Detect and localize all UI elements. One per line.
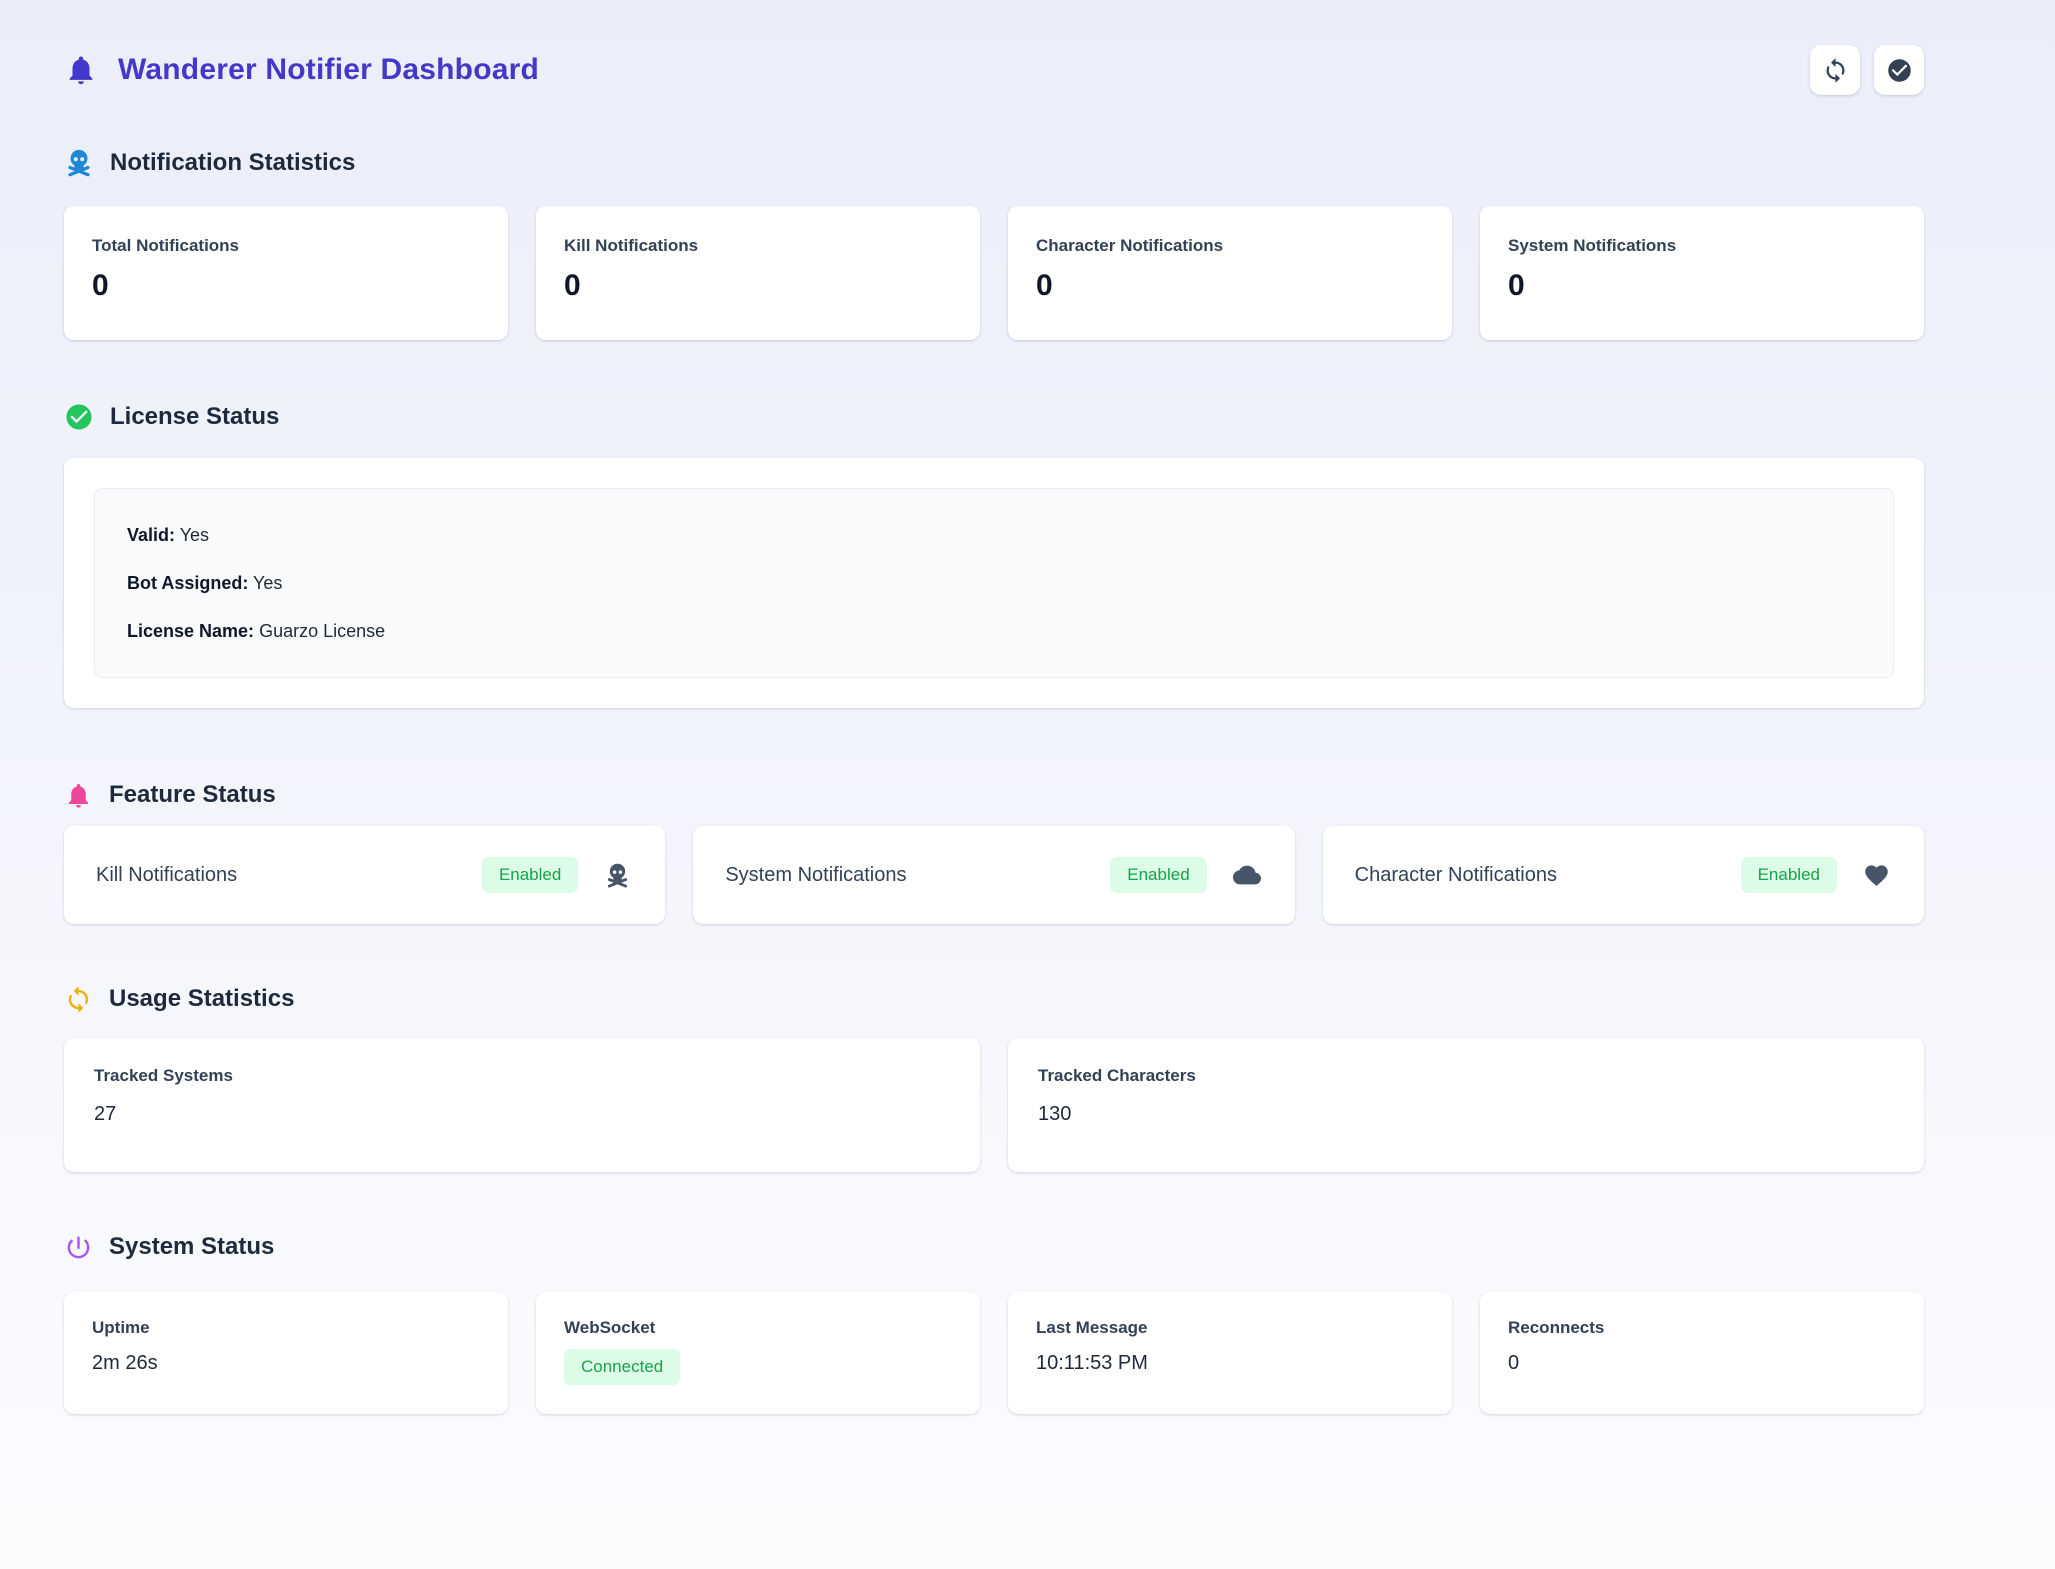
- skull-crossbones-icon: [64, 148, 94, 178]
- card-value: 130: [1038, 1103, 1894, 1126]
- card-value: 0: [1508, 1352, 1896, 1375]
- feature-kill-notifications-card: Kill Notifications Enabled: [64, 826, 665, 924]
- character-notifications-card: Character Notifications 0: [1008, 206, 1452, 340]
- card-value: 0: [1036, 269, 1424, 303]
- license-name-row: License Name: Guarzo License: [127, 607, 1861, 655]
- section-title: Feature Status: [109, 781, 276, 809]
- system-status-cards: Uptime 2m 26s WebSocket Connected Last M…: [64, 1292, 1924, 1414]
- section-license-status-header: License Status: [64, 400, 1924, 434]
- license-valid-row: Valid: Yes: [127, 511, 1861, 559]
- heart-icon: [1863, 862, 1890, 889]
- system-notifications-card: System Notifications 0: [1480, 206, 1924, 340]
- feature-character-notifications-card: Character Notifications Enabled: [1323, 826, 1924, 924]
- page-header: Wanderer Notifier Dashboard: [64, 38, 1924, 102]
- card-label: System Notifications: [1508, 236, 1896, 256]
- header-title-group: Wanderer Notifier Dashboard: [64, 52, 539, 88]
- feature-label: Character Notifications: [1355, 864, 1557, 887]
- header-actions: [1810, 45, 1924, 95]
- card-value: 27: [94, 1103, 950, 1126]
- dashboard-page: Wanderer Notifier Dashboard Notification…: [64, 0, 1924, 1414]
- card-label: Reconnects: [1508, 1318, 1896, 1338]
- sync-icon: [64, 985, 93, 1014]
- section-notification-statistics-header: Notification Statistics: [64, 146, 1924, 180]
- field-value: Yes: [248, 573, 282, 593]
- section-title: License Status: [110, 403, 279, 431]
- reconnects-card: Reconnects 0: [1480, 1292, 1924, 1414]
- tracked-characters-card: Tracked Characters 130: [1008, 1038, 1924, 1172]
- license-bot-assigned-row: Bot Assigned: Yes: [127, 559, 1861, 607]
- confirm-button[interactable]: [1874, 45, 1924, 95]
- usage-statistics-cards: Tracked Systems 27 Tracked Characters 13…: [64, 1038, 1924, 1172]
- page-title: Wanderer Notifier Dashboard: [118, 53, 539, 87]
- card-value: 10:11:53 PM: [1036, 1352, 1424, 1375]
- status-badge: Enabled: [1741, 857, 1837, 893]
- kill-notifications-card: Kill Notifications 0: [536, 206, 980, 340]
- card-label: Tracked Characters: [1038, 1066, 1894, 1086]
- card-label: Uptime: [92, 1318, 480, 1338]
- last-message-card: Last Message 10:11:53 PM: [1008, 1292, 1452, 1414]
- field-label: License Name:: [127, 621, 254, 641]
- bell-icon: [64, 781, 93, 810]
- skull-crossbones-icon: [604, 862, 631, 889]
- card-value: 0: [92, 269, 480, 303]
- card-label: Character Notifications: [1036, 236, 1424, 256]
- cloud-icon: [1233, 861, 1261, 889]
- bell-icon: [64, 52, 100, 88]
- sync-icon: [1822, 57, 1849, 84]
- websocket-card: WebSocket Connected: [536, 1292, 980, 1414]
- card-label: WebSocket: [564, 1318, 952, 1338]
- field-value: Yes: [175, 525, 209, 545]
- section-feature-status-header: Feature Status: [64, 778, 1924, 812]
- field-label: Bot Assigned:: [127, 573, 248, 593]
- uptime-card: Uptime 2m 26s: [64, 1292, 508, 1414]
- tracked-systems-card: Tracked Systems 27: [64, 1038, 980, 1172]
- card-value: 2m 26s: [92, 1352, 480, 1375]
- card-label: Kill Notifications: [564, 236, 952, 256]
- status-badge: Enabled: [482, 857, 578, 893]
- section-title: System Status: [109, 1233, 274, 1261]
- notification-statistics-cards: Total Notifications 0 Kill Notifications…: [64, 206, 1924, 340]
- check-circle-icon: [1886, 57, 1913, 84]
- feature-label: System Notifications: [725, 864, 906, 887]
- card-label: Tracked Systems: [94, 1066, 950, 1086]
- license-status-card: Valid: Yes Bot Assigned: Yes License Nam…: [64, 458, 1924, 708]
- card-value: 0: [1508, 269, 1896, 303]
- card-value: 0: [564, 269, 952, 303]
- total-notifications-card: Total Notifications 0: [64, 206, 508, 340]
- check-circle-icon: [64, 402, 94, 432]
- section-system-status-header: System Status: [64, 1230, 1924, 1264]
- field-value: Guarzo License: [254, 621, 385, 641]
- feature-status-cards: Kill Notifications Enabled System Notifi…: [64, 826, 1924, 924]
- license-details-panel: Valid: Yes Bot Assigned: Yes License Nam…: [94, 488, 1894, 678]
- section-title: Notification Statistics: [110, 149, 355, 177]
- feature-system-notifications-card: System Notifications Enabled: [693, 826, 1294, 924]
- field-label: Valid:: [127, 525, 175, 545]
- section-title: Usage Statistics: [109, 985, 294, 1013]
- card-label: Total Notifications: [92, 236, 480, 256]
- section-usage-statistics-header: Usage Statistics: [64, 982, 1924, 1016]
- card-label: Last Message: [1036, 1318, 1424, 1338]
- status-badge: Enabled: [1110, 857, 1206, 893]
- connection-status-badge: Connected: [564, 1349, 680, 1385]
- feature-label: Kill Notifications: [96, 864, 237, 887]
- refresh-button[interactable]: [1810, 45, 1860, 95]
- power-icon: [64, 1233, 93, 1262]
